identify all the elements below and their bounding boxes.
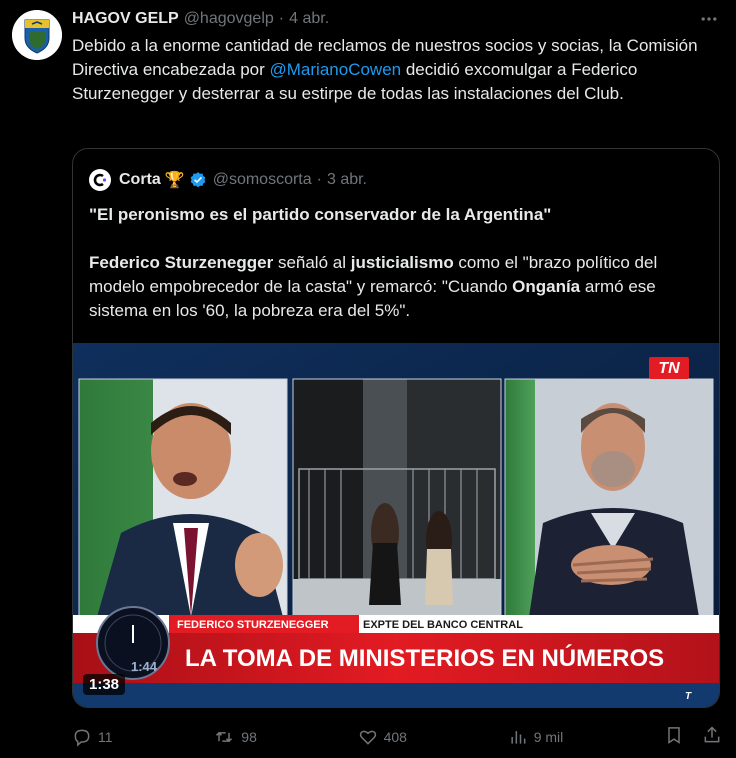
bookmark-icon[interactable]	[664, 725, 684, 750]
middle-panel	[292, 378, 502, 618]
svg-text:FEDERICO STURZENEGGER: FEDERICO STURZENEGGER	[177, 619, 329, 631]
reply-icon	[74, 729, 90, 747]
views-icon	[511, 731, 526, 744]
club-crest-icon	[12, 10, 62, 60]
video-frame: TN FEDERICO STURZENEGGER EXPTE DEL BANCO…	[73, 343, 719, 707]
bold-sturzenegger: Federico Sturzenegger	[89, 253, 274, 272]
svg-text:T: T	[685, 691, 692, 702]
quoted-date[interactable]: 3 abr.	[327, 171, 367, 189]
separator: ·	[278, 10, 285, 27]
reply-count: 11	[98, 729, 113, 745]
author-handle[interactable]: @hagovgelp	[184, 10, 274, 28]
repost-icon	[216, 731, 233, 743]
like-count: 408	[383, 729, 407, 745]
quoted-header: Corta 🏆 @somoscorta · 3 abr.	[89, 169, 367, 191]
mention-link[interactable]: @MarianoCowen	[270, 60, 402, 79]
share-icon[interactable]	[702, 725, 722, 750]
tweet-text: Debido a la enorme cantidad de reclamos …	[72, 34, 724, 106]
avatar[interactable]	[12, 10, 62, 60]
clock-graphic: 1:44	[96, 606, 170, 680]
svg-text:TN: TN	[658, 360, 680, 377]
corta-logo-icon	[89, 169, 111, 191]
bold-justicialismo: justicialismo	[350, 253, 454, 272]
svg-text:1:44: 1:44	[131, 659, 158, 674]
tweet-header: HAGOV GELP @hagovgelp · 4 abr.	[72, 9, 329, 29]
quoted-body: Federico Sturzenegger señaló al justicia…	[89, 251, 705, 323]
left-panel	[78, 378, 288, 618]
right-panel	[504, 378, 714, 618]
body-text-1: señaló al	[273, 253, 351, 272]
tweet[interactable]: HAGOV GELP @hagovgelp · 4 abr. Debido a …	[0, 0, 736, 758]
video-player[interactable]: TN FEDERICO STURZENEGGER EXPTE DEL BANCO…	[73, 343, 719, 707]
quoted-tweet[interactable]: Corta 🏆 @somoscorta · 3 abr. "El peronis…	[72, 148, 720, 708]
like-icon	[359, 730, 376, 745]
action-right-group	[664, 725, 722, 750]
views-button[interactable]: 9 mil	[508, 727, 564, 747]
verified-icon	[189, 171, 207, 189]
lower-third-name-bar: FEDERICO STURZENEGGER EXPTE DEL BANCO CE…	[73, 615, 719, 633]
repost-count: 98	[241, 729, 257, 745]
trophy-emoji: 🏆	[164, 172, 185, 189]
quoted-author-name[interactable]: Corta	[119, 171, 161, 189]
tweet-date[interactable]: 4 abr.	[289, 10, 329, 28]
tn-logo: TN	[649, 357, 689, 379]
quoted-title: "El peronismo es el partido conservador …	[89, 205, 552, 224]
reply-button[interactable]: 11	[72, 727, 113, 747]
video-duration-badge: 1:38	[83, 674, 126, 695]
svg-text:EXPTE DEL BANCO CENTRAL: EXPTE DEL BANCO CENTRAL	[363, 619, 523, 631]
svg-text:LA TOMA DE MINISTERIOS EN NÚME: LA TOMA DE MINISTERIOS EN NÚMEROS	[185, 644, 664, 672]
repost-button[interactable]: 98	[213, 727, 257, 747]
more-icon[interactable]	[698, 8, 720, 30]
bold-ongania: Onganía	[512, 277, 581, 296]
views-count: 9 mil	[533, 729, 564, 745]
like-button[interactable]: 408	[358, 727, 407, 747]
action-bar: 11 98 408 9 mil	[72, 724, 722, 750]
author-name[interactable]: HAGOV GELP	[72, 10, 179, 28]
separator: ·	[316, 171, 322, 188]
quoted-handle[interactable]: @somoscorta	[213, 171, 312, 189]
